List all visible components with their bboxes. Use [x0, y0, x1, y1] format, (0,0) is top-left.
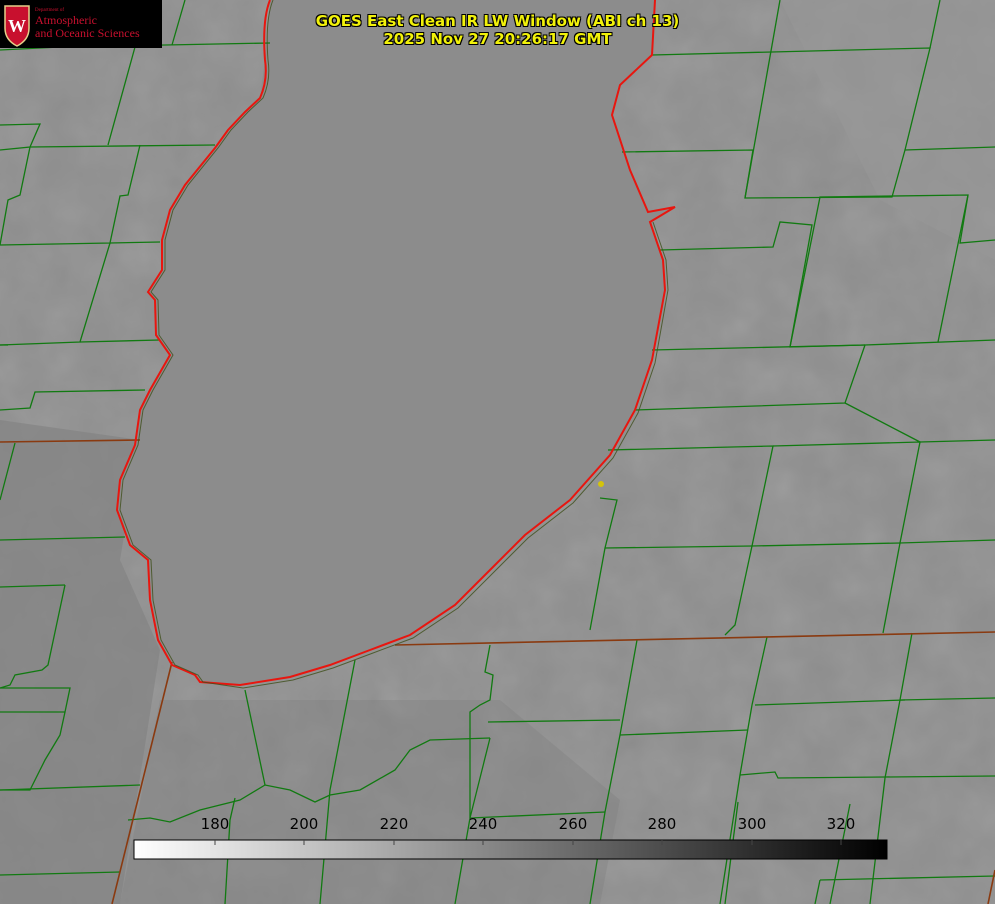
colorbar-tick-label: 240 — [468, 815, 498, 833]
colorbar-tick-labels: 180 200 220 240 260 280 300 320 — [0, 815, 995, 835]
colorbar-tick-label: 320 — [826, 815, 856, 833]
satellite-map — [0, 0, 995, 904]
colorbar — [133, 839, 888, 860]
colorbar-tick-label: 200 — [289, 815, 319, 833]
colorbar-tick-label: 260 — [558, 815, 588, 833]
svg-text:W: W — [8, 16, 26, 36]
colorbar-tick-label: 220 — [379, 815, 409, 833]
colorbar-tick-label: 280 — [647, 815, 677, 833]
location-marker — [598, 481, 604, 487]
logo-line2: and Oceanic Sciences — [35, 26, 140, 40]
colorbar-tick-label: 300 — [737, 815, 767, 833]
aos-logo: W Department of Atmospheric and Oceanic … — [0, 0, 162, 48]
colorbar-tick-label: 180 — [200, 815, 230, 833]
satellite-image-viewer: GOES East Clean IR LW Window (ABI ch 13)… — [0, 0, 995, 904]
uw-crest-icon: W — [4, 5, 30, 47]
